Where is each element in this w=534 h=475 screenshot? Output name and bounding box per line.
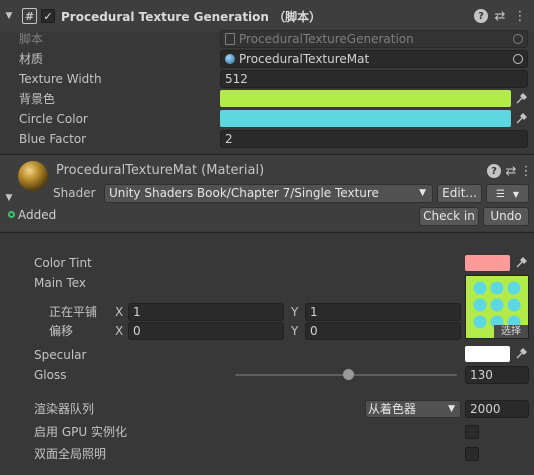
texture-dot: [507, 281, 521, 295]
circle-color-label: Circle Color: [19, 112, 88, 126]
divider: [0, 232, 534, 233]
background-color-label: 背景色: [19, 92, 56, 106]
script-picker-icon: [513, 34, 523, 44]
script-file-icon: [225, 33, 235, 45]
material-label: 材质: [19, 52, 44, 66]
render-queue-value-field[interactable]: 2000: [465, 400, 529, 418]
shader-label: Shader: [53, 186, 96, 200]
material-field[interactable]: ProceduralTextureMat: [220, 50, 528, 68]
texture-dot: [490, 298, 504, 312]
added-status-label: Added: [18, 208, 57, 222]
tiling-label: 正在平铺: [49, 305, 98, 319]
dropdown-arrow-icon: ▼: [512, 190, 519, 199]
added-status-icon: [8, 211, 15, 218]
enabled-checkbox[interactable]: ✓: [41, 9, 55, 23]
texture-dot: [473, 281, 487, 295]
texture-width-field[interactable]: 512: [220, 70, 528, 88]
specular-swatch[interactable]: [465, 346, 510, 362]
tiling-y-field[interactable]: 1: [305, 303, 461, 321]
render-queue-label: 渲染器队列: [34, 402, 95, 416]
eyedropper-icon[interactable]: [513, 90, 529, 107]
offset-y-label: Y: [291, 324, 299, 338]
script-hash-icon: #: [22, 8, 37, 24]
script-field: ProceduralTextureGeneration: [220, 30, 528, 48]
preset-settings-icon[interactable]: ⇄: [503, 163, 519, 179]
material-fold-arrow-icon[interactable]: ▼: [4, 192, 14, 204]
dropdown-arrow-icon: ▼: [419, 188, 426, 198]
double-sided-gi-checkbox[interactable]: [465, 447, 479, 461]
render-queue-dropdown[interactable]: 从着色器 ▼: [365, 400, 461, 418]
texture-dot: [490, 281, 504, 295]
render-queue-option: 从着色器: [368, 402, 417, 416]
texture-dot: [473, 315, 487, 329]
eyedropper-icon[interactable]: [513, 110, 529, 127]
texture-dot: [507, 298, 521, 312]
offset-label: 偏移: [49, 324, 74, 338]
specular-label: Specular: [34, 348, 87, 362]
gloss-slider-thumb[interactable]: [342, 369, 354, 380]
blue-factor-field[interactable]: 2: [220, 130, 528, 148]
texture-width-label: Texture Width: [19, 72, 102, 86]
context-menu-icon[interactable]: ⋮: [512, 8, 528, 24]
dropdown-arrow-icon: ▼: [448, 404, 455, 414]
gpu-instancing-label: 启用 GPU 实例化: [34, 425, 127, 439]
tiling-y-label: Y: [291, 305, 299, 319]
script-label: 脚本: [19, 32, 44, 46]
component-title: Procedural Texture Generation （脚本）: [61, 10, 322, 24]
material-picker-icon[interactable]: [513, 54, 523, 64]
material-name: ProceduralTextureMat (Material): [56, 163, 265, 178]
color-tint-swatch[interactable]: [465, 255, 510, 271]
help-icon[interactable]: ?: [474, 9, 488, 23]
offset-x-field[interactable]: 0: [128, 322, 284, 340]
undo-button[interactable]: Undo: [483, 207, 529, 226]
main-tex-label: Main Tex: [34, 276, 87, 290]
select-texture-button[interactable]: 选择: [494, 325, 528, 338]
blue-factor-label: Blue Factor: [19, 132, 87, 146]
tiling-x-label: X: [115, 305, 124, 319]
material-value: ProceduralTextureMat: [239, 52, 370, 66]
check-in-button[interactable]: Check in: [419, 207, 479, 226]
offset-x-label: X: [115, 324, 124, 338]
color-tint-label: Color Tint: [34, 256, 92, 270]
shader-value: Unity Shaders Book/Chapter 7/Single Text…: [109, 186, 379, 200]
fold-arrow-icon[interactable]: ▼: [4, 10, 14, 22]
eyedropper-icon[interactable]: [513, 346, 529, 362]
gpu-instancing-checkbox[interactable]: [465, 425, 479, 439]
shader-options-button[interactable]: ☰ ▼: [486, 184, 529, 203]
preset-settings-icon[interactable]: ⇄: [492, 8, 508, 24]
edit-shader-button[interactable]: Edit...: [437, 184, 482, 203]
context-menu-icon[interactable]: ⋮: [520, 163, 533, 179]
help-icon[interactable]: ?: [487, 164, 501, 178]
texture-dot: [473, 298, 487, 312]
main-tex-thumbnail[interactable]: 选择: [465, 275, 529, 339]
gloss-value-field[interactable]: 130: [465, 366, 529, 384]
gloss-label: Gloss: [34, 368, 67, 382]
offset-y-field[interactable]: 0: [305, 322, 461, 340]
eyedropper-icon[interactable]: [513, 255, 529, 271]
material-preview-sphere: [18, 161, 48, 191]
script-value: ProceduralTextureGeneration: [239, 32, 414, 46]
list-icon: ☰: [496, 189, 505, 200]
circle-color-swatch[interactable]: [220, 110, 511, 127]
material-sphere-icon: [225, 54, 235, 64]
background-color-swatch[interactable]: [220, 90, 511, 107]
shader-dropdown[interactable]: Unity Shaders Book/Chapter 7/Single Text…: [104, 184, 433, 203]
double-sided-gi-label: 双面全局照明: [34, 447, 107, 461]
tiling-x-field[interactable]: 1: [128, 303, 284, 321]
